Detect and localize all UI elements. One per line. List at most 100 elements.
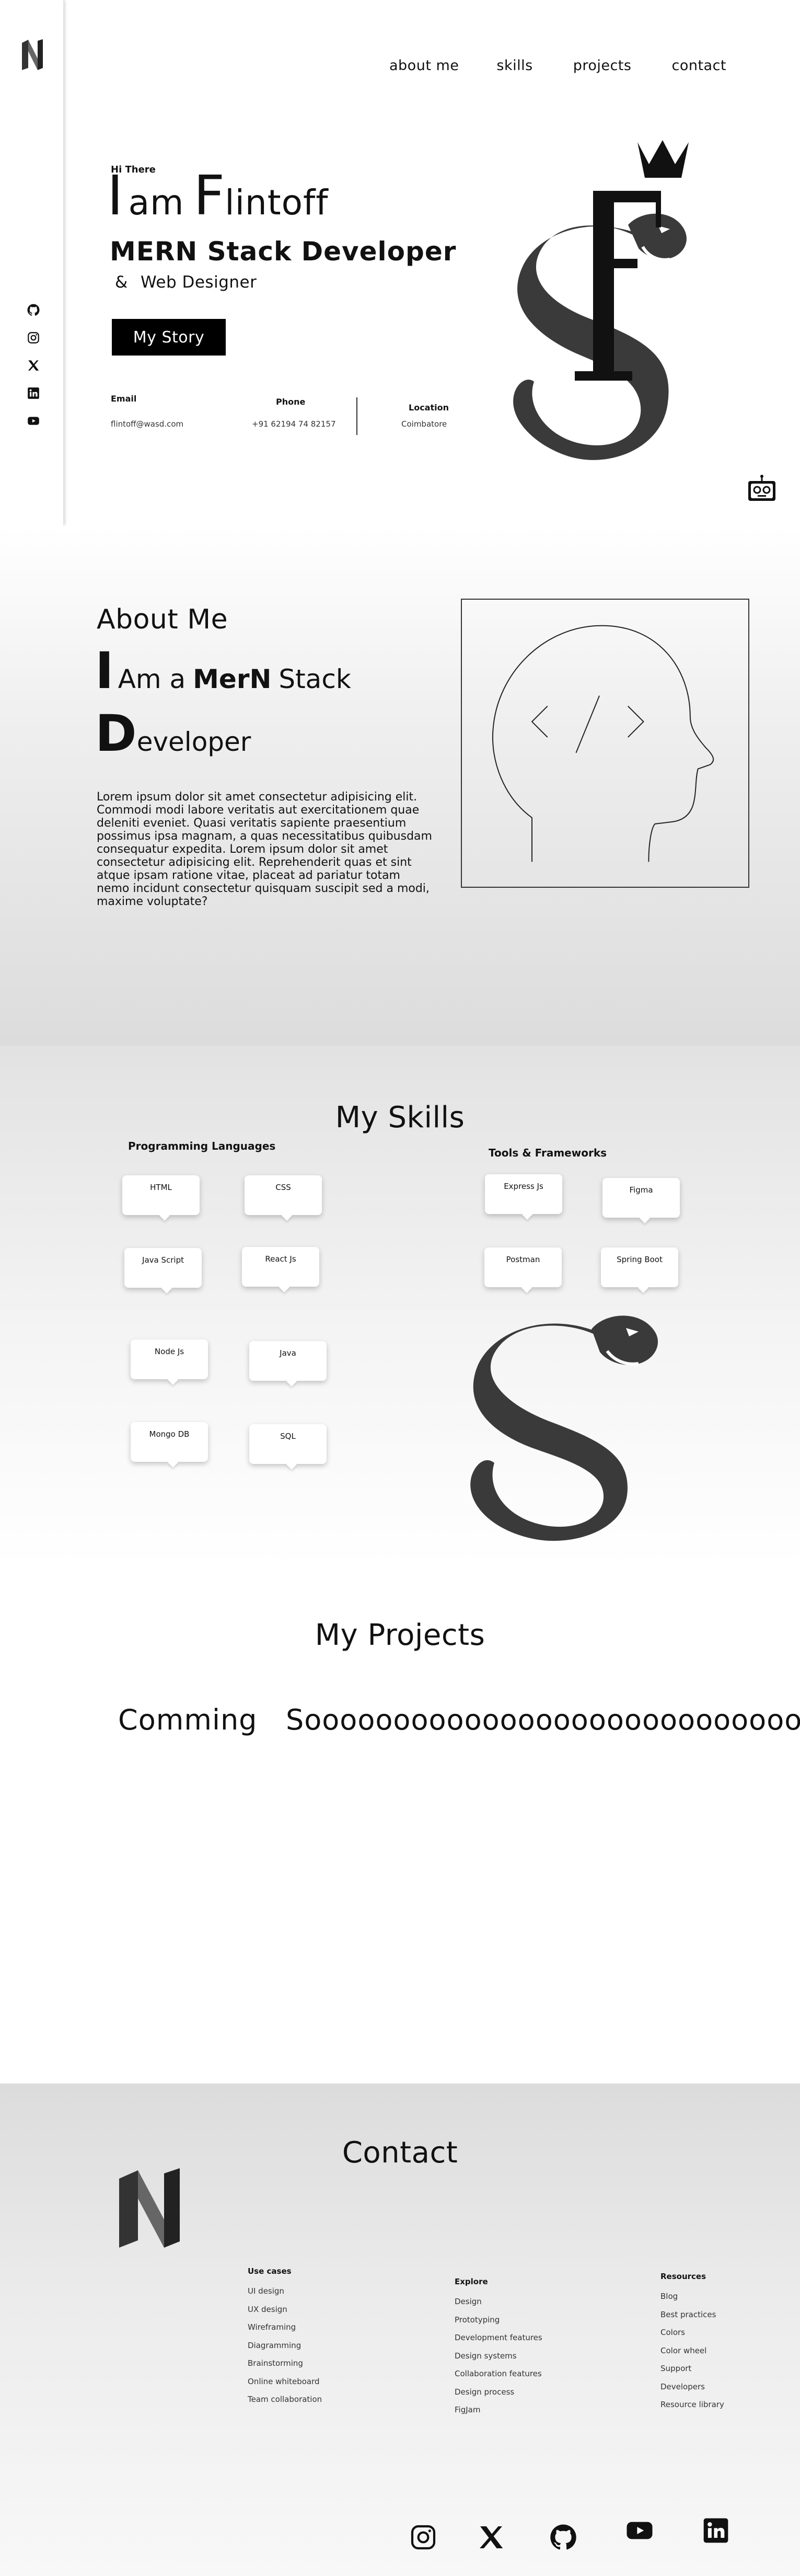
contact-section: Contact Use cases UI design UX design Wi…	[0, 2083, 800, 2576]
youtube-icon[interactable]	[26, 414, 41, 428]
about-developer: eveloper	[136, 727, 251, 757]
hero-role: MERN Stack Developer	[110, 236, 457, 267]
about-am-a: Am a	[118, 664, 186, 694]
nav-contact[interactable]: contact	[671, 58, 726, 74]
hero-name: I am F lintoff	[107, 168, 328, 226]
footer-col-resources: Resources Blog Best practices Colors Col…	[660, 2272, 724, 2418]
side-rail	[0, 0, 64, 525]
footer-heading: Use cases	[248, 2266, 292, 2276]
about-cap-i: I	[95, 642, 114, 700]
skill-card[interactable]: SQL	[249, 1424, 327, 1464]
footer-link[interactable]: Diagramming	[248, 2341, 322, 2359]
footer-link[interactable]: Blog	[660, 2292, 724, 2310]
about-title: About Me	[97, 604, 228, 635]
footer-link[interactable]: Best practices	[660, 2310, 724, 2328]
top-nav: about me skills projects contact	[389, 58, 726, 74]
footer-link[interactable]: FigJam	[455, 2405, 542, 2423]
coder-head-illustration	[492, 625, 714, 862]
footer-link[interactable]: UX design	[248, 2305, 322, 2323]
languages-heading: Programming Languages	[128, 1140, 276, 1152]
ampersand: &	[115, 273, 128, 292]
footer-col-use-cases: Use cases UI design UX design Wireframin…	[248, 2266, 322, 2413]
skill-card[interactable]: Java Script	[124, 1248, 202, 1288]
name-cap-i: I	[107, 164, 123, 227]
skill-card[interactable]: Java	[249, 1341, 327, 1381]
footer-link[interactable]: Support	[660, 2364, 724, 2382]
footer-link[interactable]: Brainstorming	[248, 2359, 322, 2377]
footer-link[interactable]: Online whiteboard	[248, 2377, 322, 2395]
about-mern: MerN	[193, 664, 272, 694]
x-icon[interactable]	[476, 2523, 507, 2552]
snake-s-emblem	[455, 1297, 690, 1548]
skill-card[interactable]: Node Js	[131, 1339, 208, 1379]
footer-heading: Explore	[455, 2277, 488, 2286]
location-value: Coimbatore	[401, 419, 447, 429]
about-stack: Stack	[279, 664, 351, 694]
phone-value[interactable]: +91 62194 74 82157	[252, 419, 335, 429]
projects-section: My Projects Comming Sooooooooooooooooooo…	[0, 1566, 800, 2083]
x-icon[interactable]	[26, 358, 41, 373]
tools-heading: Tools & Frameworks	[489, 1147, 607, 1159]
skills-title: My Skills	[335, 1101, 465, 1135]
footer-col-explore: Explore Design Prototyping Development f…	[455, 2277, 542, 2423]
about-body: Lorem ipsum dolor sit amet consectetur a…	[97, 791, 432, 908]
footer-link[interactable]: Prototyping	[455, 2315, 542, 2333]
name-cap-f: F	[193, 164, 225, 227]
skill-card[interactable]: Spring Boot	[601, 1247, 678, 1287]
skill-card[interactable]: Express Js	[485, 1174, 562, 1214]
footer-link[interactable]: Collaboration features	[455, 2369, 542, 2387]
footer-link[interactable]: Design process	[455, 2387, 542, 2406]
nav-projects[interactable]: projects	[573, 58, 632, 74]
footer-link[interactable]: Design	[455, 2297, 542, 2315]
fs-crown-snake-emblem	[486, 131, 732, 481]
footer-link[interactable]: Colors	[660, 2328, 724, 2346]
name-am: am	[128, 182, 184, 223]
about-section: About Me I Am a MerN Stack D eveloper Lo…	[0, 525, 800, 1046]
email-label: Email	[111, 394, 137, 404]
instagram-icon[interactable]	[409, 2523, 438, 2552]
footer-link[interactable]: Resource library	[660, 2400, 724, 2418]
contact-title: Contact	[342, 2136, 458, 2170]
logo[interactable]	[20, 39, 45, 71]
youtube-icon[interactable]	[624, 2516, 655, 2545]
robot-icon[interactable]	[746, 474, 778, 503]
skill-card[interactable]: CSS	[245, 1175, 322, 1215]
skill-card[interactable]: HTML	[122, 1175, 200, 1215]
email-value[interactable]: flintoff@wasd.com	[111, 419, 183, 429]
skill-card[interactable]: Figma	[602, 1178, 680, 1218]
about-cap-d: D	[95, 704, 137, 763]
footer-heading: Resources	[660, 2272, 706, 2281]
location-label: Location	[409, 403, 449, 413]
footer-link[interactable]: Development features	[455, 2333, 542, 2351]
phone-label: Phone	[276, 397, 306, 407]
skill-card[interactable]: React Js	[242, 1247, 319, 1287]
hero-subrole: & Web Designer	[115, 273, 257, 292]
info-divider	[356, 397, 357, 435]
footer-link[interactable]: Color wheel	[660, 2346, 724, 2364]
skill-card[interactable]: Mongo DB	[131, 1422, 208, 1462]
footer-link[interactable]: UI design	[248, 2286, 322, 2305]
skill-card[interactable]: Postman	[484, 1247, 562, 1287]
github-icon[interactable]	[26, 303, 41, 317]
footer-link[interactable]: Team collaboration	[248, 2395, 322, 2413]
github-icon[interactable]	[549, 2523, 578, 2552]
projects-title: My Projects	[315, 1618, 485, 1652]
about-illustration-frame	[461, 599, 749, 888]
linkedin-icon[interactable]	[26, 386, 41, 400]
footer-link[interactable]: Design systems	[455, 2351, 542, 2369]
instagram-icon[interactable]	[26, 330, 41, 345]
nav-skills[interactable]: skills	[496, 58, 532, 74]
footer-logo[interactable]	[116, 2167, 184, 2251]
linkedin-icon[interactable]	[701, 2516, 731, 2545]
footer-link[interactable]: Developers	[660, 2382, 724, 2400]
name-rest: lintoff	[225, 182, 329, 223]
hero-section: about me skills projects contact Hi Ther…	[0, 0, 800, 525]
nav-about-me[interactable]: about me	[389, 58, 459, 74]
subrole-text: Web Designer	[141, 273, 257, 292]
coming-soon-text: Comming Soooooooooooooooooooooooooooon	[118, 1703, 800, 1736]
footer-link[interactable]: Wireframing	[248, 2322, 322, 2341]
about-headline-line1: I Am a MerN Stack	[95, 646, 351, 696]
skills-section: My Skills Programming Languages Tools & …	[0, 1046, 800, 1566]
about-headline-line2: D eveloper	[95, 708, 251, 759]
my-story-button[interactable]: My Story	[112, 319, 226, 356]
